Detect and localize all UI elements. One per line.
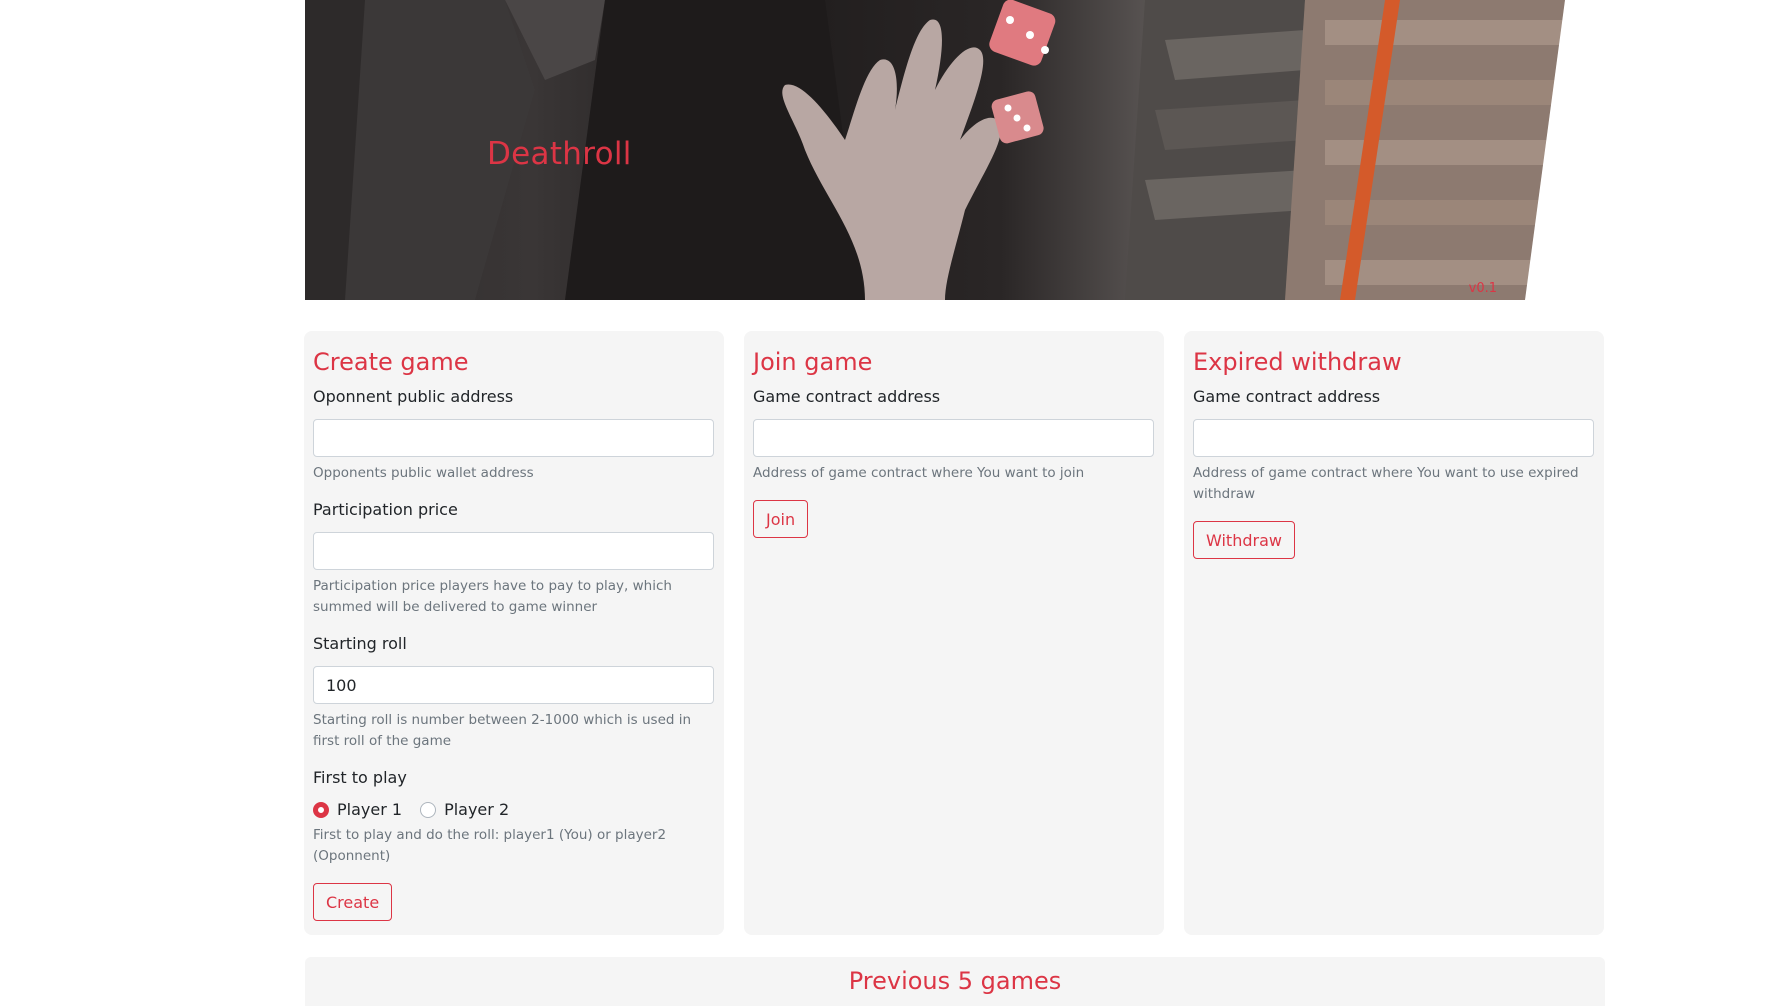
create-game-title: Create game: [313, 348, 469, 376]
withdraw-address-input[interactable]: [1193, 419, 1594, 458]
participation-price-help: Participation price players have to pay …: [313, 578, 672, 616]
join-game-title: Join game: [753, 348, 873, 376]
starting-roll-help: Starting roll is number between 2-1000 w…: [313, 712, 692, 750]
join-address-help: Address of game contract where You want …: [753, 465, 1085, 482]
withdraw-address-help: Address of game contract where You want …: [1193, 465, 1579, 503]
radio-player-1[interactable]: Player 1: [313, 800, 402, 819]
opponent-address-group: Oponnent public address Opponents public…: [313, 387, 715, 484]
withdraw-button[interactable]: Withdraw: [1193, 521, 1295, 560]
first-to-play-label: First to play: [313, 768, 407, 788]
opponent-address-help: Opponents public wallet address: [313, 465, 534, 482]
opponent-address-input[interactable]: [313, 419, 714, 458]
version-label: v0.1: [1468, 281, 1497, 296]
opponent-address-label: Oponnent public address: [313, 387, 514, 407]
first-to-play-group: First to play Player 1 Player 2 First to…: [313, 768, 715, 867]
join-game-card: Join game Game contract address Address …: [744, 331, 1164, 935]
participation-price-input[interactable]: [313, 532, 714, 571]
withdraw-address-group: Game contract address Address of game co…: [1193, 387, 1595, 505]
expired-withdraw-title: Expired withdraw: [1193, 348, 1402, 376]
radio-player-1-label: Player 1: [337, 800, 403, 820]
join-address-input[interactable]: [753, 419, 1154, 458]
radio-unchecked-icon[interactable]: [420, 801, 437, 818]
starting-roll-label: Starting roll: [313, 634, 407, 654]
create-button[interactable]: Create: [313, 883, 393, 922]
starting-roll-group: Starting roll 100 Starting roll is numbe…: [313, 634, 715, 752]
first-to-play-help: First to play and do the roll: player1 (…: [313, 827, 667, 865]
join-address-group: Game contract address Address of game co…: [753, 387, 1155, 484]
app-title: Deathroll: [487, 136, 632, 172]
hero-banner: Deathroll v0.1: [305, 0, 1570, 300]
withdraw-address-label: Game contract address: [1193, 387, 1381, 407]
radio-player-2-label: Player 2: [444, 800, 510, 820]
create-game-card: Create game Oponnent public address Oppo…: [304, 331, 724, 935]
radio-checked-icon[interactable]: [313, 801, 329, 818]
starting-roll-input[interactable]: 100: [313, 666, 714, 705]
previous-games-section: Previous 5 games: [305, 957, 1605, 1006]
join-address-label: Game contract address: [753, 387, 941, 407]
first-to-play-radios: Player 1 Player 2: [313, 800, 715, 819]
previous-games-title: Previous 5 games: [848, 967, 1062, 995]
participation-price-label: Participation price: [313, 500, 458, 520]
expired-withdraw-card: Expired withdraw Game contract address A…: [1184, 331, 1604, 935]
join-button[interactable]: Join: [753, 500, 809, 539]
participation-price-group: Participation price Participation price …: [313, 500, 715, 618]
radio-player-2[interactable]: Player 2: [420, 800, 509, 819]
